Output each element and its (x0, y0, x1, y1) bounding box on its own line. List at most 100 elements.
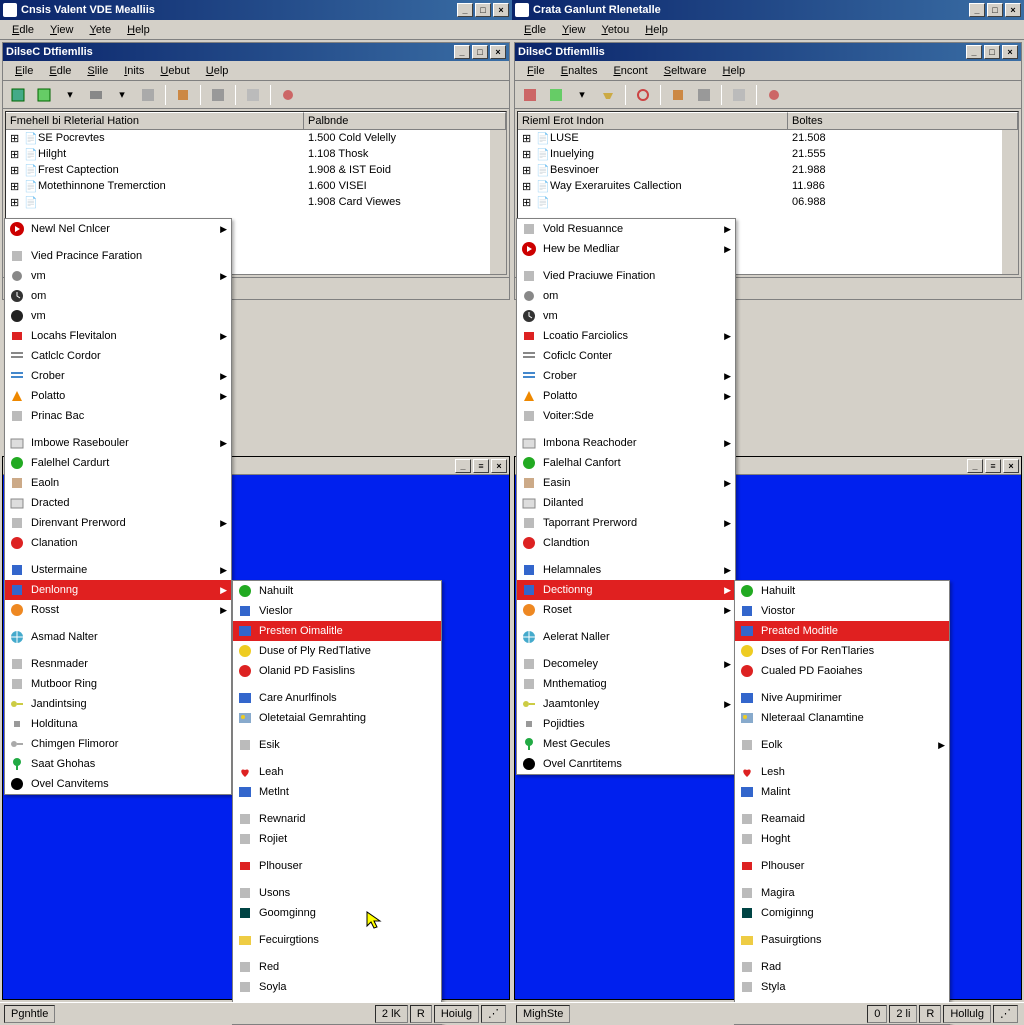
list-row[interactable]: ⊞📄LUSE21.508 (518, 130, 1018, 146)
blue-max[interactable]: ≡ (473, 459, 489, 473)
menu-item-leah[interactable]: Leah (233, 762, 441, 782)
menu-item-decomeley[interactable]: Decomeley▶ (517, 654, 735, 674)
list-row[interactable]: ⊞📄Frest Captection1.908 & IST Eoid (6, 162, 506, 178)
column-header-1[interactable]: Fmehell bi Rleterial Hation (6, 112, 304, 129)
sub-maximize-button[interactable]: □ (472, 45, 488, 59)
menu-item-polatto[interactable]: Polatto▶ (5, 386, 231, 406)
menu-help[interactable]: Help (715, 63, 754, 79)
column-header-1[interactable]: Rieml Erot Indon (518, 112, 788, 129)
menu-item-nahuilt[interactable]: Nahuilt (233, 581, 441, 601)
menu-item-taporrant-prerword[interactable]: Taporrant Prerword▶ (517, 513, 735, 533)
menu-item-crober[interactable]: Crober▶ (5, 366, 231, 386)
maximize-button[interactable]: □ (987, 3, 1003, 17)
menu-item-jaamtonley[interactable]: Jaamtonley▶ (517, 694, 735, 714)
menu-item-vieslor[interactable]: Vieslor (233, 601, 441, 621)
menu-item-clandtion[interactable]: Clandtion (517, 533, 735, 553)
menu-item-prinac-bac[interactable]: Prinac Bac (5, 406, 231, 426)
toolbar-btn-9[interactable] (242, 84, 264, 106)
menu-item-imbowe-rasebouler[interactable]: Imbowe Rasebouler▶ (5, 433, 231, 453)
menu-yiew[interactable]: Yiew (554, 22, 593, 38)
menu-item-cualed-pd-faoiahes[interactable]: Cualed PD Faoiahes (735, 661, 949, 681)
menu-item-asmad-nalter[interactable]: Asmad Nalter (5, 627, 231, 647)
menu-item-om[interactable]: om (5, 286, 231, 306)
menu-encont[interactable]: Encont (605, 63, 655, 79)
menu-item-dectionng[interactable]: Dectionng▶ (517, 580, 735, 600)
scrollbar[interactable] (490, 130, 506, 274)
column-header-2[interactable]: Palbnde (304, 112, 506, 129)
menu-item-resnmader[interactable]: Resnmader (5, 654, 231, 674)
menu-item-falelhel-cardurt[interactable]: Falelhel Cardurt (5, 453, 231, 473)
menu-item-polatto[interactable]: Polatto▶ (517, 386, 735, 406)
menu-item-esik[interactable]: Esik (233, 735, 441, 755)
menu-item-dracted[interactable]: Dracted (5, 493, 231, 513)
list-row[interactable]: ⊞📄06.988 (518, 194, 1018, 210)
menu-uelp[interactable]: Uelp (198, 63, 237, 79)
menu-item-fecuirgtions[interactable]: Fecuirgtions (233, 930, 441, 950)
blue-close[interactable]: × (1003, 459, 1019, 473)
toolbar-btn-5[interactable]: ▾ (111, 84, 133, 106)
toolbar-btn-4[interactable] (597, 84, 619, 106)
menu-item-soyla[interactable]: Soyla (233, 977, 441, 997)
menu-item-ustermaine[interactable]: Ustermaine▶ (5, 560, 231, 580)
toolbar-btn-7[interactable] (172, 84, 194, 106)
menu-edle[interactable]: Edle (41, 63, 79, 79)
menu-enaltes[interactable]: Enaltes (553, 63, 606, 79)
sub-maximize-button[interactable]: □ (984, 45, 1000, 59)
list-row[interactable]: ⊞📄SE Pocrevtes1.500 Cold Velelly (6, 130, 506, 146)
menu-uebut[interactable]: Uebut (152, 63, 197, 79)
menu-item-rosst[interactable]: Rosst▶ (5, 600, 231, 620)
menu-edle[interactable]: Edle (516, 22, 554, 38)
menu-item-vied-pracince-faration[interactable]: Vied Pracince Faration (5, 246, 231, 266)
list-row[interactable]: ⊞📄Motethinnone Tremerction1.600 VISEI (6, 178, 506, 194)
list-row[interactable]: ⊞📄Way Exeraruites Callection11.986 (518, 178, 1018, 194)
menu-item-voiter-sde[interactable]: Voiter:Sde (517, 406, 735, 426)
menu-help[interactable]: Help (119, 22, 158, 38)
toolbar-btn-2[interactable] (33, 84, 55, 106)
menu-yiew[interactable]: Yiew (42, 22, 81, 38)
menu-item-vm[interactable]: vm (5, 306, 231, 326)
toolbar-btn-6[interactable] (137, 84, 159, 106)
blue-min[interactable]: _ (455, 459, 471, 473)
blue-min[interactable]: _ (967, 459, 983, 473)
menu-item-holdituna[interactable]: Holdituna (5, 714, 231, 734)
menu-item-newl-nel-cnlcer[interactable]: Newl Nel Cnlcer▶ (5, 219, 231, 239)
menu-item-hoght[interactable]: Hoght (735, 829, 949, 849)
context-menu-main[interactable]: Newl Nel Cnlcer▶ Vied Pracince Faration vm… (4, 218, 232, 795)
context-submenu[interactable]: HahuiltViostorPreated ModitleDses of For… (734, 580, 950, 1025)
minimize-button[interactable]: _ (969, 3, 985, 17)
menu-item-ovel-canrtitems[interactable]: Ovel Canrtitems (517, 754, 735, 774)
list-row[interactable]: ⊞📄1.908 Card Viewes (6, 194, 506, 210)
menu-item-mutboor-ring[interactable]: Mutboor Ring (5, 674, 231, 694)
menu-item-oletetaial-gemrahting[interactable]: Oletetaial Gemrahting (233, 708, 441, 728)
menu-item-falelhal-canfort[interactable]: Falelhal Canfort (517, 453, 735, 473)
list-row[interactable]: ⊞📄Hilght1.108 Thosk (6, 146, 506, 162)
menu-item-clanation[interactable]: Clanation (5, 533, 231, 553)
menu-item-plhouser[interactable]: Plhouser (735, 856, 949, 876)
menu-item-roset[interactable]: Roset▶ (517, 600, 735, 620)
toolbar-btn-6[interactable] (667, 84, 689, 106)
column-header-2[interactable]: Boltes (788, 112, 1018, 129)
menu-file[interactable]: File (519, 63, 553, 79)
menu-item-presten-oimalitle[interactable]: Presten Oimalitle (233, 621, 441, 641)
menu-item-coficlc-conter[interactable]: Coficlc Conter (517, 346, 735, 366)
menu-item-hew-be-medliar[interactable]: Hew be Medliar▶ (517, 239, 735, 259)
sub-minimize-button[interactable]: _ (454, 45, 470, 59)
menu-item-olanid-pd-fasislins[interactable]: Olanid PD Fasislins (233, 661, 441, 681)
scrollbar[interactable] (1002, 130, 1018, 274)
sub-minimize-button[interactable]: _ (966, 45, 982, 59)
menu-item-pasuirgtions[interactable]: Pasuirgtions (735, 930, 949, 950)
menu-item-chimgen-flimoror[interactable]: Chimgen Flimoror (5, 734, 231, 754)
minimize-button[interactable]: _ (457, 3, 473, 17)
menu-item-rojiet[interactable]: Rojiet (233, 829, 441, 849)
menu-item-catlclc-cordor[interactable]: Catlclc Cordor (5, 346, 231, 366)
menu-item-lesh[interactable]: Lesh (735, 762, 949, 782)
blue-max[interactable]: ≡ (985, 459, 1001, 473)
menu-seltware[interactable]: Seltware (656, 63, 715, 79)
menu-item-lcoatio-farciolics[interactable]: Lcoatio Farciolics▶ (517, 326, 735, 346)
menu-item-reamaid[interactable]: Reamaid (735, 809, 949, 829)
toolbar-btn-4[interactable] (85, 84, 107, 106)
toolbar-btn-7[interactable] (693, 84, 715, 106)
menu-help[interactable]: Help (637, 22, 676, 38)
toolbar-btn-9[interactable] (763, 84, 785, 106)
toolbar-btn-3[interactable]: ▾ (571, 84, 593, 106)
